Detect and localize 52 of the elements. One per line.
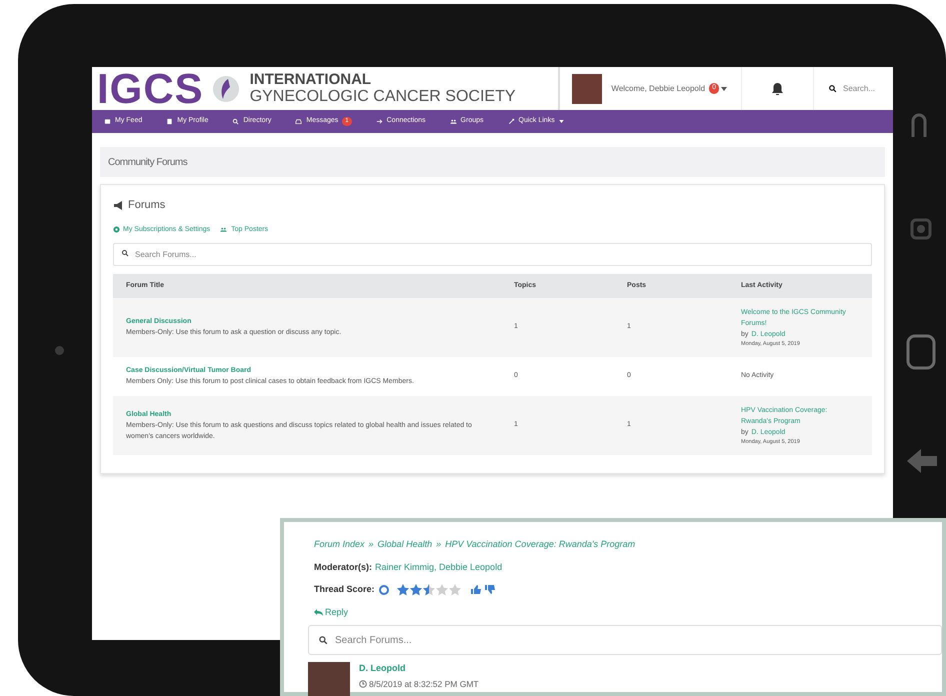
avatar-photo-placeholder <box>308 662 350 696</box>
wrench-icon <box>508 118 515 125</box>
search-icon <box>121 249 129 257</box>
forum-search-field[interactable]: Search Forums... <box>113 243 872 266</box>
header-search-field[interactable]: Search... <box>843 82 887 94</box>
reply-link[interactable]: Reply <box>314 606 348 619</box>
clock-icon <box>359 680 367 688</box>
arrow-icon <box>376 118 383 125</box>
search-icon <box>318 635 328 645</box>
star-icon[interactable] <box>422 584 435 596</box>
breadcrumb-separator: » <box>436 538 442 551</box>
reply-arrow-icon <box>314 608 323 616</box>
people-icon <box>219 226 228 234</box>
breadcrumb-link[interactable]: Forum Index <box>314 538 365 552</box>
ribbon-logo-icon <box>212 74 240 102</box>
post-time: 8/5/2019 at 8:32:52 PM GMT <box>369 678 479 690</box>
thread-score-label: Thread Score: <box>314 583 375 596</box>
square-icon <box>910 218 932 240</box>
inbox-icon <box>295 118 302 125</box>
forums-heading: Forums <box>128 198 166 213</box>
caret-icon <box>721 86 727 90</box>
logo-subtitle: GYNECOLOGIC CANCER SOCIETY <box>250 89 516 105</box>
moderators-link[interactable]: Rainer Kimmig, Debbie Leopold <box>375 560 502 574</box>
profile-card-icon <box>166 118 174 125</box>
logo-title: INTERNATIONAL <box>250 72 372 87</box>
moderators-label: Moderator(s): <box>314 560 372 574</box>
bell-icon[interactable] <box>772 82 783 94</box>
gear-icon <box>113 226 120 234</box>
star-icon[interactable] <box>410 584 422 596</box>
thread-search-field[interactable]: Search Forums... <box>308 625 942 655</box>
breadcrumb-link[interactable]: Global Health <box>378 538 432 552</box>
reset-score-icon[interactable] <box>378 584 389 595</box>
breadcrumb-separator: » <box>368 538 374 551</box>
thumbs-up-icon[interactable] <box>470 585 481 594</box>
rounded-rect-icon <box>906 334 936 370</box>
breadcrumb-link[interactable]: HPV Vaccination Coverage: Rwanda's Program <box>445 538 636 552</box>
arch-icon <box>910 112 928 138</box>
search-icon <box>232 118 240 125</box>
star-icon[interactable] <box>448 584 461 596</box>
post-author-link[interactable]: D. Leopold <box>359 662 479 676</box>
back-arrow-icon <box>905 446 939 476</box>
logo-abbreviation: IGCS <box>97 68 204 110</box>
feed-icon <box>104 118 111 125</box>
megaphone-icon <box>113 200 123 210</box>
avatar-photo-placeholder <box>572 74 602 104</box>
star-icon[interactable] <box>436 584 448 596</box>
star-rating[interactable] <box>396 584 461 596</box>
star-icon[interactable] <box>396 584 409 596</box>
thumbs-down-icon[interactable] <box>484 585 495 594</box>
page-title: Community Forums <box>108 156 188 170</box>
people-icon <box>450 118 457 125</box>
search-icon <box>828 84 837 93</box>
